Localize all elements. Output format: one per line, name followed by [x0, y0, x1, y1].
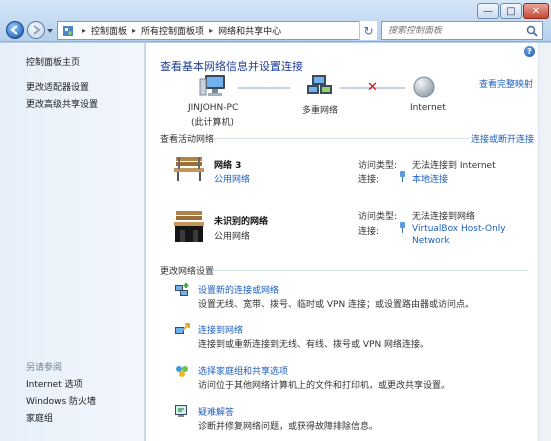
breadcrumb-network-center[interactable]: 网络和共享中心	[218, 24, 281, 37]
computer-subtitle: (此计算机)	[191, 118, 235, 128]
search-icon[interactable]	[526, 25, 538, 37]
forward-button[interactable]	[27, 21, 45, 39]
computer-icon[interactable]	[199, 73, 229, 99]
network-name: 未识别的网络	[214, 217, 269, 227]
sidebar-item-control-panel-home[interactable]: 控制面板主页	[26, 55, 80, 68]
arrow-right-icon	[33, 25, 41, 35]
minimize-button[interactable]: —	[477, 3, 499, 19]
back-button[interactable]	[6, 21, 24, 39]
search-input[interactable]	[388, 25, 526, 36]
section-divider	[212, 270, 528, 271]
maximize-icon: □	[506, 5, 516, 17]
breadcrumb-separator: ▸	[209, 26, 214, 35]
connection-label: 连接:	[358, 175, 380, 185]
address-bar[interactable]: ▸ 控制面板 ▸ 所有控制面板项 ▸ 网络和共享中心	[57, 21, 377, 40]
sidebar-item-change-adapter[interactable]: 更改适配器设置	[26, 80, 89, 93]
minimize-icon: —	[483, 5, 493, 17]
view-full-map-link[interactable]: 查看完整映射	[479, 77, 533, 90]
arrow-left-icon	[10, 25, 18, 35]
connection-value-link-line2[interactable]: Network	[412, 236, 450, 246]
troubleshoot-icon	[175, 405, 187, 417]
page-title: 查看基本网络信息并设置连接	[160, 60, 303, 73]
new-connection-icon	[175, 283, 189, 296]
sidebar-item-internet-options[interactable]: Internet 选项	[26, 377, 83, 390]
access-type-label: 访问类型:	[358, 161, 398, 171]
computer-name: JINJOHN-PC	[188, 103, 239, 113]
access-type-value: 无法连接到 Internet	[412, 161, 496, 171]
internet-label: Internet	[410, 103, 446, 113]
see-also-heading: 另请参阅	[26, 363, 63, 373]
close-button[interactable]: ✕	[523, 3, 549, 19]
sidebar-item-firewall[interactable]: Windows 防火墙	[26, 394, 96, 407]
public-network-bench-icon[interactable]	[173, 155, 205, 183]
task-description: 诊断并修复网络问题，或获得故障排除信息。	[198, 422, 379, 432]
breadcrumb-separator: ▸	[132, 26, 137, 35]
breadcrumb-separator: ▸	[82, 26, 87, 35]
sidebar-item-advanced-sharing[interactable]: 更改高级共享设置	[26, 97, 98, 110]
unidentified-network-bench-icon[interactable]	[173, 209, 205, 243]
section-divider	[214, 138, 469, 139]
breadcrumb-control-panel[interactable]: 控制面板	[91, 24, 127, 37]
task-connect-to-network[interactable]: 连接到网络	[198, 323, 243, 336]
task-description: 连接到或重新连接到无线、有线、拨号或 VPN 网络连接。	[198, 340, 430, 350]
network-name: 网络 3	[214, 161, 242, 171]
ethernet-icon	[400, 222, 405, 233]
multi-network-label: 多重网络	[302, 106, 339, 116]
network-type-link[interactable]: 公用网络	[214, 172, 250, 185]
connect-to-network-icon	[175, 323, 190, 334]
help-icon[interactable]: ?	[524, 46, 535, 57]
sidebar-item-homegroup[interactable]: 家庭组	[26, 411, 53, 424]
map-link-line	[238, 87, 290, 89]
access-type-value: 无法连接到网络	[412, 212, 476, 222]
task-setup-new-connection[interactable]: 设置新的连接或网络	[198, 283, 279, 296]
connection-value-link[interactable]: VirtualBox Host-Only	[412, 224, 506, 234]
connection-broken-icon: ✕	[367, 80, 378, 95]
maximize-button[interactable]: □	[500, 3, 522, 19]
refresh-icon: ↻	[363, 23, 374, 38]
internet-globe-icon[interactable]	[413, 76, 435, 98]
access-type-label: 访问类型:	[358, 212, 398, 222]
ethernet-icon	[400, 171, 405, 182]
task-description: 设置无线、宽带、拨号、临时或 VPN 连接；或设置路由器或访问点。	[198, 300, 475, 310]
change-settings-heading: 更改网络设置	[160, 267, 215, 277]
vertical-scrollbar[interactable]	[538, 43, 551, 441]
refresh-button[interactable]: ↻	[359, 21, 377, 40]
search-box[interactable]	[381, 21, 543, 40]
window-titlebar: ▸ 控制面板 ▸ 所有控制面板项 ▸ 网络和共享中心 ↻ — □ ✕	[0, 0, 551, 42]
network-type: 公用网络	[214, 232, 251, 242]
active-networks-heading: 查看活动网络	[160, 135, 215, 145]
connection-value-link[interactable]: 本地连接	[412, 172, 448, 185]
connection-label: 连接:	[358, 227, 380, 237]
task-description: 访问位于其他网络计算机上的文件和打印机，或更改共享设置。	[198, 381, 451, 391]
homegroup-sharing-icon	[176, 366, 188, 377]
task-troubleshoot[interactable]: 疑难解答	[198, 405, 234, 418]
multiple-networks-icon[interactable]	[305, 73, 335, 99]
task-homegroup-sharing[interactable]: 选择家庭组和共享选项	[198, 364, 288, 377]
recent-pages-dropdown-icon[interactable]	[47, 28, 53, 34]
breadcrumb-all-items[interactable]: 所有控制面板项	[141, 24, 204, 37]
close-icon: ✕	[531, 5, 541, 17]
control-panel-icon	[63, 25, 73, 36]
connect-disconnect-link[interactable]: 连接或断开连接	[471, 132, 534, 145]
